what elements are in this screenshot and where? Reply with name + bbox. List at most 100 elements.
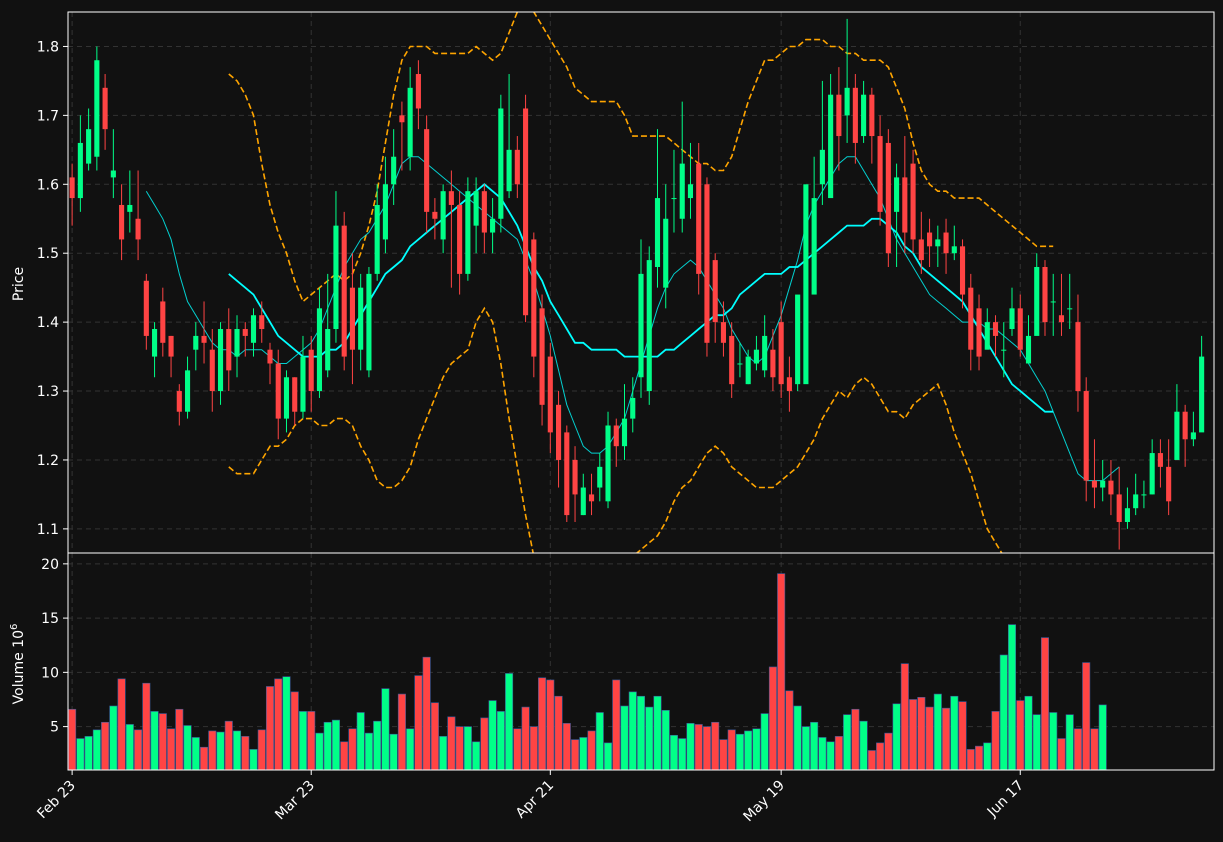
candle-body [506,149,512,192]
volume-bar [587,730,596,771]
volume-bar [529,726,538,771]
volume-bar [455,726,464,771]
volume-bar [612,679,621,771]
candle-body [119,204,125,240]
candle-body [341,225,347,357]
volume-bar [1098,704,1107,771]
candle-body [992,322,999,336]
candle-body [143,280,149,336]
candlestick-chart: 1.11.21.31.41.51.61.71.8 5101520 Feb 23 M… [0,0,1223,842]
candle-body [1190,432,1196,440]
volume-bar [265,686,275,771]
candle-body [869,94,875,137]
candle-body [102,87,108,130]
price-ytick-label: 1.8 [37,39,59,55]
price-ytick-label: 1.4 [37,315,59,331]
candle-body [1182,411,1188,440]
candle-body [712,260,718,323]
candle-body [1042,266,1048,323]
volume-bar [1090,728,1099,771]
candle-body [630,397,636,419]
candle-body [168,335,174,357]
candle-body [1166,466,1172,502]
candle-body [1058,315,1065,323]
candle-body [613,425,619,447]
volume-bar [752,728,761,771]
volume-bar [472,741,481,771]
candle-body [687,184,694,199]
volume-bar [282,676,291,771]
volume-axis-label-exponent: 6 [9,624,20,630]
candle-body [621,418,628,447]
candle-body [564,432,570,516]
volume-bar [571,739,580,771]
volume-bar [785,690,794,771]
candle-body [275,363,281,419]
volume-bar [711,721,720,771]
volume-bar [645,706,654,771]
candle-body [745,356,751,385]
candle-body [984,322,990,350]
volume-bar [257,729,266,771]
candle-body [407,87,413,157]
volume-bar [942,707,951,771]
volume-bar [669,734,678,771]
volume-bar [381,688,390,771]
candle-body [646,260,652,392]
candle-body [184,370,191,412]
volume-bar [439,736,448,771]
candle-body [910,163,916,240]
candle-body [935,239,941,247]
volume-bar [430,702,439,771]
volume-bar [950,695,959,771]
candle-body [572,459,578,495]
candle-body [729,335,735,385]
candle-body [959,246,966,295]
candle-body [498,108,504,219]
volume-ytick-label: 5 [50,720,59,736]
candle-body [176,391,182,412]
candle-body [325,329,331,371]
volume-ytick-label: 20 [41,557,59,573]
volume-bar [340,741,349,771]
volume-bar [1082,662,1091,771]
volume-bar [686,723,695,771]
volume-bar [422,656,431,771]
candle-body [1108,480,1114,495]
candle-body [1067,308,1073,310]
volume-ytick-label: 15 [41,611,59,627]
volume-bar [68,708,77,771]
volume-bar [249,749,258,771]
candle-body [127,204,133,212]
volume-bar [323,721,332,771]
candle-body [490,218,496,233]
volume-ytick-label: 10 [41,665,59,681]
volume-bar [851,708,860,771]
volume-bar [142,682,151,771]
candle-body [539,308,545,405]
candle-body [523,108,529,316]
volume-bar [109,705,118,771]
candle-body [1091,480,1098,488]
volume-bar [233,730,242,771]
volume-bar [900,663,909,771]
candle-body [803,184,809,385]
volume-bar [298,711,307,771]
candle-body [704,184,710,343]
candle-body [877,136,883,212]
candle-body [927,232,933,247]
volume-bar [76,738,85,771]
candle-body [918,239,924,261]
volume-bar [1016,700,1025,771]
volume-bar [859,720,868,771]
volume-axis-label-text: Volume 10 [11,630,27,704]
candle-body [448,191,454,205]
price-ytick-label: 1.5 [37,246,59,262]
volume-bar [364,732,373,771]
volume-axis-label: Volume 106 [9,624,27,705]
volume-bar [373,720,382,771]
candle-body [1157,453,1163,467]
volume-bar [834,736,843,771]
volume-bar [975,745,984,771]
candle-body [943,232,949,254]
